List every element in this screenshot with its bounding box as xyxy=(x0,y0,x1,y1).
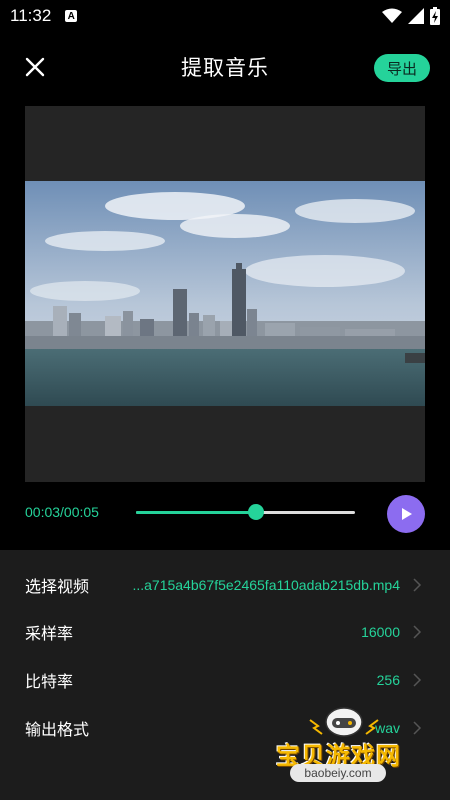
chevron-right-icon xyxy=(413,578,422,592)
setting-row-sample-rate[interactable]: 采样率 16000 xyxy=(0,608,450,656)
watermark-logo: 宝贝游戏网 baobeiy.com xyxy=(270,700,420,792)
setting-label: 采样率 xyxy=(25,626,74,643)
play-icon xyxy=(402,508,412,520)
setting-label: 输出格式 xyxy=(25,722,90,739)
battery-icon xyxy=(430,7,440,25)
progress-thumb[interactable] xyxy=(248,504,265,520)
chevron-right-icon xyxy=(413,625,422,639)
progress-slider[interactable] xyxy=(136,511,355,514)
playback-controls: 00:03/00:05 xyxy=(0,494,450,534)
a-letter-icon: A xyxy=(65,10,78,22)
setting-label: 比特率 xyxy=(25,674,74,691)
status-bar: 11:32 A xyxy=(0,0,450,32)
playback-time: 00:03/00:05 xyxy=(25,504,99,520)
watermark-url: baobeiy.com xyxy=(290,764,386,782)
setting-row-bit-rate[interactable]: 比特率 256 xyxy=(0,656,450,704)
signal-icon xyxy=(408,8,424,24)
title-bar: 提取音乐 导出 xyxy=(0,40,450,94)
play-button[interactable] xyxy=(387,495,425,533)
wifi-icon xyxy=(382,8,402,23)
progress-fill xyxy=(136,511,257,514)
chevron-right-icon xyxy=(413,673,422,687)
gamepad-mascot-icon xyxy=(309,707,379,737)
video-frame-image xyxy=(25,181,425,406)
setting-label: 选择视频 xyxy=(25,579,90,596)
setting-value: ...a715a4b67f5e2465fa110adab215db.mp4 xyxy=(132,577,400,593)
setting-value: 256 xyxy=(376,672,400,688)
video-preview[interactable] xyxy=(25,106,425,482)
setting-value: 16000 xyxy=(361,624,400,640)
status-icons xyxy=(382,7,440,25)
export-button[interactable]: 导出 xyxy=(374,54,430,82)
setting-row-select-video[interactable]: 选择视频 ...a715a4b67f5e2465fa110adab215db.m… xyxy=(0,561,450,609)
status-time: 11:32 xyxy=(10,6,52,25)
